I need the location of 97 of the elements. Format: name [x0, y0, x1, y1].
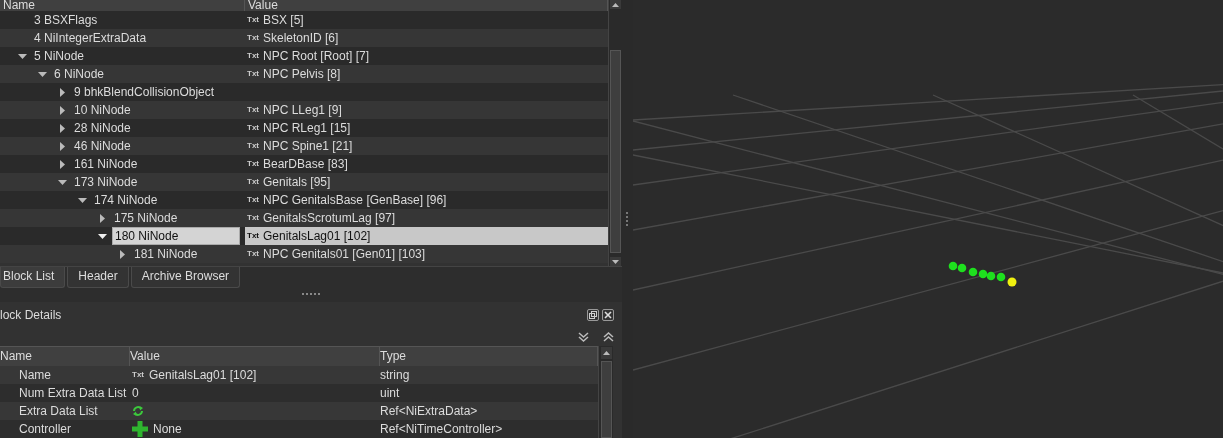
tree-row[interactable]: 9 bhkBlendCollisionObject: [0, 83, 608, 101]
field-type: Ref<NiExtraData>: [380, 403, 479, 420]
expand-arrow-icon[interactable]: [58, 141, 67, 151]
field-name: Num Extra Data List: [18, 385, 128, 402]
up-arrow-icon: [602, 351, 610, 355]
node-name: 28 NiNode: [73, 120, 132, 137]
field-name: Name: [18, 367, 52, 384]
text-type-icon: Txt: [247, 105, 259, 115]
tab[interactable]: Block List: [0, 267, 66, 288]
tree-row[interactable]: 5 NiNode Txt NPC Root [Root] [7]: [0, 47, 608, 65]
bone-markers-drawing: [948, 261, 1017, 287]
tree-row[interactable]: 161 NiNode Txt BearDBase [83]: [0, 155, 608, 173]
node-value: BSX [5]: [263, 12, 304, 29]
expand-all-icon[interactable]: [603, 332, 614, 342]
expand-arrow-icon[interactable]: [98, 213, 107, 223]
panel-title: lock Details: [0, 308, 63, 322]
tab[interactable]: Header: [67, 267, 129, 288]
node-value: GenitalsScrotumLag [97]: [263, 210, 396, 227]
tree-row[interactable]: 174 NiNode Txt NPC GenitalsBase [GenBase] [96]: [0, 191, 608, 209]
tree-row[interactable]: 4 NiIntegerExtraData Txt SkeletonID [6]: [0, 29, 608, 47]
tab[interactable]: Archive Browser: [130, 267, 241, 288]
tree-row[interactable]: 180 NiNode Txt GenitalsLag01 [102]: [0, 227, 608, 245]
node-name: 173 NiNode: [73, 174, 139, 191]
node-name: 174 NiNode: [93, 192, 159, 209]
expand-arrow-icon[interactable]: [58, 159, 67, 169]
text-type-icon: Txt: [247, 231, 259, 241]
node-name: 9 bhkBlendCollisionObject: [73, 84, 216, 101]
field-name: Extra Data List: [18, 403, 99, 420]
down-arrow-icon: [612, 259, 619, 264]
tree-row[interactable]: 6 NiNode Txt NPC Pelvis [8]: [0, 65, 608, 83]
node-value: NPC Spine1 [21]: [263, 138, 353, 155]
tree-row[interactable]: 3 BSXFlags Txt BSX [5]: [0, 11, 608, 29]
refresh-icon[interactable]: [132, 405, 144, 417]
collapse-all-icon[interactable]: [578, 332, 589, 342]
expand-arrow-icon[interactable]: [58, 105, 67, 115]
node-value: BearDBase [83]: [263, 156, 348, 173]
expand-arrow-icon[interactable]: [58, 123, 67, 133]
node-name: 181 NiNode: [133, 246, 199, 263]
collapse-arrow-icon[interactable]: [38, 69, 47, 79]
node-value: NPC Genitals01 [Gen01] [103]: [263, 246, 426, 263]
node-name: 180 NiNode: [112, 227, 240, 245]
node-name: 6 NiNode: [53, 66, 106, 83]
node-value: GenitalsLag01 [102]: [263, 228, 371, 245]
text-type-icon: Txt: [132, 366, 144, 384]
field-type: string: [380, 367, 411, 384]
node-name: 161 NiNode: [73, 156, 139, 173]
node-value: NPC Root [Root] [7]: [263, 48, 370, 65]
scroll-down-button[interactable]: [610, 257, 621, 266]
node-name: 5 NiNode: [33, 48, 86, 65]
text-type-icon: Txt: [247, 159, 259, 169]
text-type-icon: Txt: [247, 177, 259, 187]
field-value: 0: [132, 385, 139, 402]
scrollbar-thumb[interactable]: [610, 50, 621, 253]
field-value: GenitalsLag01 [102]: [149, 367, 257, 384]
tree-row[interactable]: 28 NiNode Txt NPC RLeg1 [15]: [0, 119, 608, 137]
expand-arrow-icon[interactable]: [58, 87, 67, 97]
tree-row[interactable]: 10 NiNode Txt NPC LLeg1 [9]: [0, 101, 608, 119]
collapse-arrow-icon[interactable]: [58, 177, 67, 187]
node-name: 3 BSXFlags: [33, 12, 99, 29]
node-value: NPC Pelvis [8]: [263, 66, 341, 83]
add-icon[interactable]: [132, 421, 148, 437]
node-value: NPC RLeg1 [15]: [263, 120, 351, 137]
tree-row[interactable]: 173 NiNode Txt Genitals [95]: [0, 173, 608, 191]
node-name: 175 NiNode: [113, 210, 179, 227]
field-name: Controller: [18, 421, 73, 438]
node-name: 46 NiNode: [73, 138, 132, 155]
tree-row[interactable]: 46 NiNode Txt NPC Spine1 [21]: [0, 137, 608, 155]
node-name: 4 NiIntegerExtraData: [33, 30, 148, 47]
up-arrow-icon: [612, 2, 619, 7]
collapse-arrow-icon[interactable]: [18, 51, 27, 61]
text-type-icon: Txt: [247, 15, 259, 25]
text-type-icon: Txt: [247, 51, 259, 61]
close-button[interactable]: [602, 309, 614, 321]
collapse-arrow-icon[interactable]: [78, 195, 87, 205]
expand-arrow-icon[interactable]: [118, 249, 127, 259]
scroll-up-button[interactable]: [610, 0, 621, 9]
node-name: 10 NiNode: [73, 102, 132, 119]
text-type-icon: Txt: [247, 213, 259, 223]
text-type-icon: Txt: [247, 141, 259, 151]
text-type-icon: Txt: [247, 69, 259, 79]
text-type-icon: Txt: [247, 33, 259, 43]
field-type: uint: [380, 385, 401, 402]
float-button[interactable]: [587, 309, 599, 321]
text-type-icon: Txt: [247, 123, 259, 133]
field-type: Ref<NiTimeController>: [380, 421, 504, 438]
text-type-icon: Txt: [247, 249, 259, 259]
node-value: NPC GenitalsBase [GenBase] [96]: [263, 192, 447, 209]
node-value: SkeletonID [6]: [263, 30, 339, 47]
scrollbar-thumb[interactable]: [600, 361, 612, 438]
field-value: None: [153, 421, 182, 438]
node-value: NPC LLeg1 [9]: [263, 102, 342, 119]
tree-row[interactable]: 175 NiNode Txt GenitalsScrotumLag [97]: [0, 209, 608, 227]
collapse-arrow-icon[interactable]: [98, 231, 107, 241]
scroll-up-button[interactable]: [600, 347, 612, 359]
node-value: Genitals [95]: [263, 174, 331, 191]
tree-row[interactable]: 181 NiNode Txt NPC Genitals01 [Gen01] [103]: [0, 245, 608, 263]
text-type-icon: Txt: [247, 195, 259, 205]
